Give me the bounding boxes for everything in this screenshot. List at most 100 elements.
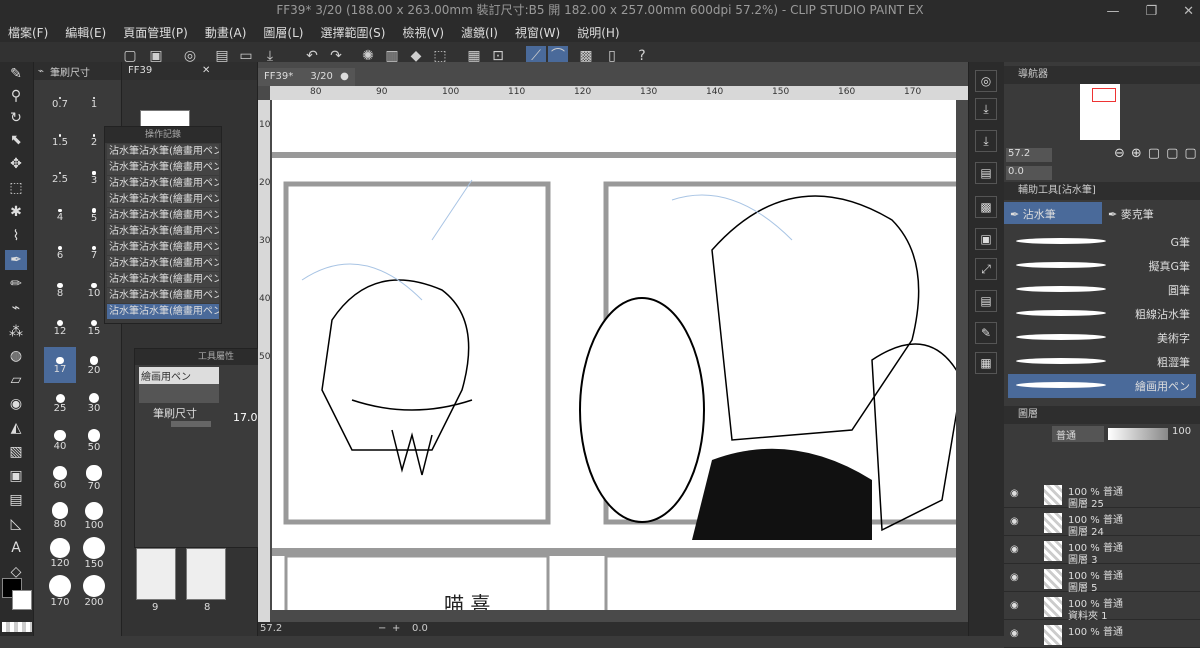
brush-size-cell[interactable]: 100 [78, 497, 110, 533]
visibility-icon[interactable]: ◉ [1010, 516, 1019, 527]
brush-size-cell[interactable]: 150 [78, 534, 110, 570]
gradient-icon[interactable]: ▧ [5, 442, 27, 462]
navigator-controls[interactable]: ⊖⊕▢▢▢ [1114, 146, 1200, 161]
brush-size-cell[interactable]: 2.5 [44, 159, 76, 195]
navigator-zoom[interactable]: 57.2 [1006, 148, 1052, 162]
brush-size-cell[interactable]: 6 [44, 234, 76, 270]
globe-icon[interactable]: ◉ [5, 394, 27, 414]
menu-select[interactable]: 選擇範圍(S) [320, 24, 385, 41]
history-item[interactable]: 沾水筆沾水筆(繪畫用ペン) [107, 192, 219, 207]
menu-help[interactable]: 說明(H) [577, 24, 619, 41]
brush-item[interactable]: 美術字 [1008, 326, 1196, 350]
visibility-icon[interactable]: ◉ [1010, 628, 1019, 639]
brush-item[interactable]: 粗線沾水筆 [1008, 302, 1196, 326]
eraser-icon[interactable]: ▱ [5, 370, 27, 390]
layer-row[interactable]: ◉ 100 % 普通 圖層 5 [1004, 566, 1200, 594]
brush-size-cell[interactable]: 50 [78, 422, 110, 458]
brush-size-cell[interactable]: 80 [44, 497, 76, 533]
layer-row[interactable]: ◉ 100 % 普通 圖層 25 [1004, 482, 1200, 510]
page-manager-tab[interactable]: FF39 ✕ [122, 62, 257, 80]
visibility-icon[interactable]: ◉ [1010, 572, 1019, 583]
layer-row[interactable]: ◉ 100 % 普通 資料夾 1 [1004, 594, 1200, 622]
frame-icon[interactable]: ▤ [5, 490, 27, 510]
history-item[interactable]: 沾水筆沾水筆(繪畫用ペン) [107, 256, 219, 271]
canvas-zoom[interactable]: 57.2 [260, 623, 282, 634]
pencil-icon[interactable]: ✏ [5, 274, 27, 294]
brush-size-cell[interactable]: 0.7 [44, 84, 76, 120]
edit-icon[interactable]: ✎ [975, 322, 997, 344]
brush-size-tab[interactable]: 筆刷尺寸 [50, 64, 90, 79]
brush-icon[interactable]: ⌁ [5, 298, 27, 318]
navigator-angle[interactable]: 0.0 [1006, 166, 1052, 180]
blend-icon[interactable]: ◍ [5, 346, 27, 366]
brush-item[interactable]: 圓筆 [1008, 278, 1196, 302]
history-item[interactable]: 沾水筆沾水筆(繪畫用ペン) [107, 144, 219, 159]
visibility-icon[interactable]: ◉ [1010, 544, 1019, 555]
selection-icon[interactable]: ⬚ [5, 178, 27, 198]
brush-size-cell[interactable]: 1.5 [44, 122, 76, 158]
navigator-icon[interactable]: ◎ [975, 70, 997, 92]
brush-item[interactable]: 繪画用ペン [1008, 374, 1196, 398]
canvas-angle[interactable]: 0.0 [412, 623, 428, 634]
history-item[interactable]: 沾水筆沾水筆(繪畫用ペン) [107, 304, 219, 319]
zoom-out-icon[interactable]: − [378, 623, 386, 634]
eyedropper-icon[interactable]: ⌇ [5, 226, 27, 246]
brush-item[interactable]: G筆 [1008, 230, 1196, 254]
menu-view[interactable]: 檢視(V) [402, 24, 444, 41]
brush-size-cell[interactable]: 12 [44, 309, 76, 345]
brush-item[interactable]: 擬真G筆 [1008, 254, 1196, 278]
menu-window[interactable]: 視窗(W) [515, 24, 560, 41]
history-item[interactable]: 沾水筆沾水筆(繪畫用ペン) [107, 176, 219, 191]
menu-animation[interactable]: 動畫(A) [205, 24, 247, 41]
ruler-icon[interactable]: ◺ [5, 514, 27, 534]
operation-icon[interactable]: ⬉ [5, 130, 27, 150]
sub-color-swatch[interactable] [12, 590, 32, 610]
history-item[interactable]: 沾水筆沾水筆(繪畫用ペン) [107, 272, 219, 287]
brush-size-cell[interactable]: 17 [44, 346, 76, 383]
image-icon[interactable]: ▣ [975, 228, 997, 250]
blend-mode-select[interactable]: 普通 [1052, 426, 1104, 442]
brush-size-cell[interactable]: 200 [78, 572, 110, 608]
menu-file[interactable]: 檔案(F) [8, 24, 48, 41]
brush-size-cell[interactable]: 170 [44, 572, 76, 608]
figure-icon[interactable]: ▣ [5, 466, 27, 486]
airbrush-icon[interactable]: ⁂ [5, 322, 27, 342]
download-icon[interactable]: ⤓ [975, 130, 997, 152]
page-thumbnail[interactable] [136, 548, 176, 600]
file-icon[interactable]: ▤ [975, 162, 997, 184]
brush-size-cell[interactable]: 20 [78, 347, 110, 383]
zoom-in-icon[interactable]: + [392, 623, 400, 634]
visibility-icon[interactable]: ◉ [1010, 488, 1019, 499]
history-item[interactable]: 沾水筆沾水筆(繪畫用ペン) [107, 224, 219, 239]
brush-size-cell[interactable]: 1 [78, 84, 110, 120]
menu-page[interactable]: 頁面管理(P) [123, 24, 188, 41]
close-button[interactable]: ✕ [1183, 4, 1194, 19]
tab-marker[interactable]: ✒ 麥克筆 [1102, 202, 1200, 224]
canvas-tab[interactable]: FF39* 3/20 ● [258, 68, 355, 86]
history-item[interactable]: 沾水筆沾水筆(繪畫用ペン) [107, 288, 219, 303]
menu-filter[interactable]: 濾鏡(I) [461, 24, 498, 41]
brush-size-cell[interactable]: 60 [44, 459, 76, 495]
navigator-preview[interactable] [1080, 84, 1120, 140]
brush-size-value[interactable]: 17.0 [233, 411, 258, 424]
history-item[interactable]: 沾水筆沾水筆(繪畫用ペン) [107, 208, 219, 223]
maximize-button[interactable]: ❐ [1145, 4, 1157, 19]
brush-size-cell[interactable]: 40 [44, 422, 76, 458]
rotate-icon[interactable]: ↻ [5, 108, 27, 128]
menu-layer[interactable]: 圖層(L) [263, 24, 303, 41]
brush-size-cell[interactable]: 30 [78, 384, 110, 420]
tab-pen[interactable]: ✒ 沾水筆 [1004, 202, 1102, 224]
move-icon[interactable]: ✥ [5, 154, 27, 174]
zoom-icon[interactable]: ⚲ [5, 86, 27, 106]
navigator-tab[interactable]: 導航器 [1018, 69, 1048, 80]
pen-icon[interactable]: ✒ [5, 250, 27, 270]
history-item[interactable]: 沾水筆沾水筆(繪畫用ペン) [107, 240, 219, 255]
layer-thumbnail-icon[interactable]: ▤ [975, 290, 997, 312]
brush-size-cell[interactable]: 120 [44, 534, 76, 570]
opacity-value[interactable]: 100 [1172, 426, 1191, 437]
menu-edit[interactable]: 編輯(E) [65, 24, 106, 41]
minimize-button[interactable]: — [1106, 4, 1119, 19]
transform-icon[interactable]: ⤢ [975, 258, 997, 280]
transparent-swatch[interactable] [2, 622, 32, 632]
layer-tab[interactable]: 圖層 [1018, 409, 1038, 420]
